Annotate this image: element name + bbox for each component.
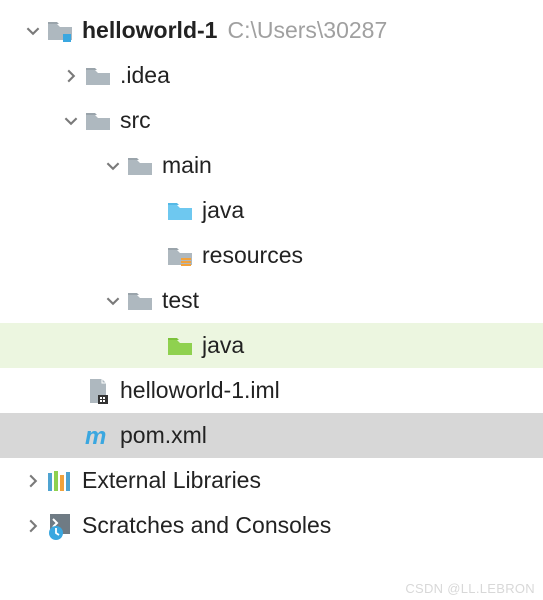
tree-row-scratches[interactable]: Scratches and Consoles xyxy=(0,503,543,548)
tree-row-pom[interactable]: m pom.xml xyxy=(0,413,543,458)
chevron-right-icon xyxy=(62,67,80,85)
tree-row-label: pom.xml xyxy=(120,422,207,449)
tree-row-label: main xyxy=(162,152,212,179)
tree-row-idea[interactable]: .idea xyxy=(0,53,543,98)
tree-row-label: Scratches and Consoles xyxy=(82,512,331,539)
tree-row-test[interactable]: test xyxy=(0,278,543,323)
folder-icon xyxy=(84,107,112,135)
tree-row-label: java xyxy=(202,197,244,224)
tree-row-root[interactable]: helloworld-1 C:\Users\30287 xyxy=(0,8,543,53)
tree-row-label: .idea xyxy=(120,62,170,89)
tree-row-main-resources[interactable]: resources xyxy=(0,233,543,278)
tree-row-iml[interactable]: helloworld-1.iml xyxy=(0,368,543,413)
project-tree: helloworld-1 C:\Users\30287 .idea src xyxy=(0,0,543,548)
chevron-right-icon xyxy=(24,517,42,535)
chevron-down-icon xyxy=(104,157,122,175)
resources-folder-icon xyxy=(166,242,194,270)
source-folder-icon xyxy=(166,197,194,225)
tree-row-test-java[interactable]: java xyxy=(0,323,543,368)
tree-row-label: helloworld-1 xyxy=(82,17,217,44)
chevron-right-icon xyxy=(24,472,42,490)
tree-row-label: resources xyxy=(202,242,303,269)
chevron-down-icon xyxy=(62,112,80,130)
tree-row-main[interactable]: main xyxy=(0,143,543,188)
tree-row-label: src xyxy=(120,107,151,134)
module-folder-icon xyxy=(46,17,74,45)
scratches-icon xyxy=(46,512,74,540)
test-folder-icon xyxy=(166,332,194,360)
folder-icon xyxy=(126,152,154,180)
iml-file-icon xyxy=(84,377,112,405)
tree-row-label: External Libraries xyxy=(82,467,261,494)
libraries-icon xyxy=(46,467,74,495)
chevron-down-icon xyxy=(104,292,122,310)
folder-icon xyxy=(84,62,112,90)
watermark: CSDN @LL.LEBRON xyxy=(405,581,535,596)
tree-row-label: test xyxy=(162,287,199,314)
tree-row-external-libraries[interactable]: External Libraries xyxy=(0,458,543,503)
maven-file-icon: m xyxy=(84,422,112,450)
tree-row-src[interactable]: src xyxy=(0,98,543,143)
chevron-down-icon xyxy=(24,22,42,40)
tree-row-label: java xyxy=(202,332,244,359)
folder-icon xyxy=(126,287,154,315)
svg-text:m: m xyxy=(85,423,106,449)
tree-row-path: C:\Users\30287 xyxy=(227,17,387,44)
tree-row-main-java[interactable]: java xyxy=(0,188,543,233)
tree-row-label: helloworld-1.iml xyxy=(120,377,280,404)
